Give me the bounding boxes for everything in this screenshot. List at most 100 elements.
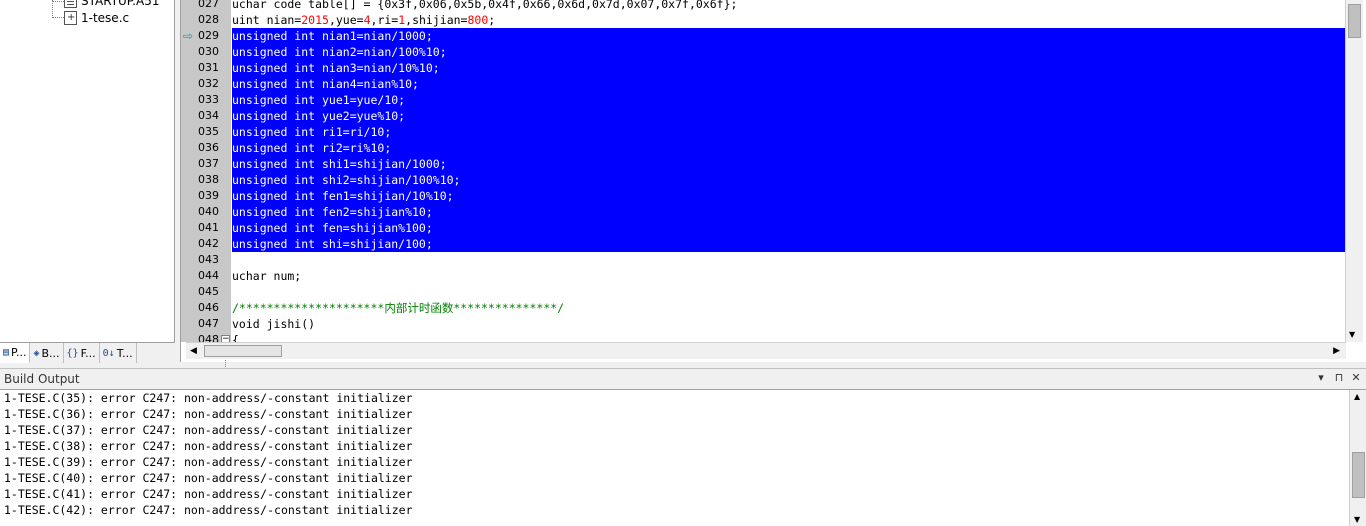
code-line[interactable]: uchar code table[] = {0x3f,0x06,0x5b,0x4…: [232, 0, 1346, 12]
build-output-line[interactable]: 1-TESE.C(38): error C247: non-address/-c…: [4, 438, 413, 454]
code-text: unsigned int shi1=shijian/1000;: [232, 157, 447, 171]
build-output-line[interactable]: 1-TESE.C(37): error C247: non-address/-c…: [4, 422, 413, 438]
scrollbar-thumb[interactable]: [1352, 452, 1365, 498]
build-output-line[interactable]: 1-TESE.C(42): error C247: non-address/-c…: [4, 502, 413, 518]
panel-tab-label: F...: [80, 346, 96, 360]
code-number-literal: 800: [467, 13, 489, 27]
panel-tab-3[interactable]: 0↓ T...: [100, 343, 137, 363]
build-output-line[interactable]: 1-TESE.C(35): error C247: non-address/-c…: [4, 390, 413, 406]
code-token: ,ri=: [370, 13, 399, 27]
tree-item-file[interactable]: 1-tese.c: [64, 10, 129, 26]
code-line[interactable]: /*********************内部计时函数************…: [232, 300, 1346, 316]
panel-tabs: ▤ P... ◈ B...{} F... 0↓ T...: [0, 342, 175, 363]
code-text: unsigned int nian3=nian/10%10;: [232, 61, 440, 75]
code-token: ,yue=: [328, 13, 364, 27]
code-token: ,shijian=: [405, 13, 468, 27]
project-tab-icon: ▤: [3, 347, 10, 358]
code-line[interactable]: unsigned int shi=shijian/100;: [232, 236, 1346, 252]
code-line[interactable]: unsigned int yue2=yue%10;: [232, 108, 1346, 124]
code-line[interactable]: unsigned int ri1=ri/10;: [232, 124, 1346, 140]
code-text: {: [232, 333, 239, 342]
line-number: 038: [198, 173, 219, 186]
code-line[interactable]: unsigned int fen2=shijian%10;: [232, 204, 1346, 220]
build-output-line[interactable]: 1-TESE.C(40): error C247: non-address/-c…: [4, 470, 413, 486]
scroll-left-icon[interactable]: ◀: [190, 346, 197, 356]
code-line[interactable]: unsigned int shi1=shijian/1000;: [232, 156, 1346, 172]
tree-item-file[interactable]: STARTUP.A51: [64, 0, 159, 9]
current-line-arrow-icon: ⇨: [183, 29, 194, 43]
line-number: 042: [198, 237, 219, 250]
code-text: unsigned int fen2=shijian%10;: [232, 205, 433, 219]
code-text: uchar num;: [232, 269, 302, 283]
build-output-line[interactable]: 1-TESE.C(39): error C247: non-address/-c…: [4, 454, 413, 470]
line-number: 039: [198, 189, 219, 202]
code-text: unsigned int ri2=ri%10;: [232, 141, 392, 155]
build-output-line[interactable]: 1-TESE.C(41): error C247: non-address/-c…: [4, 486, 413, 502]
build-output-scrollbar[interactable]: ▲ ▼: [1349, 390, 1366, 526]
scrollbar-thumb[interactable]: [1348, 4, 1361, 38]
code-text: unsigned int fen=shijian%100;: [232, 221, 433, 235]
panel-tab-0[interactable]: ▤ P...: [0, 343, 31, 363]
line-number: 047: [198, 317, 219, 330]
editor-vertical-scrollbar[interactable]: ▼: [1345, 0, 1363, 342]
code-text: unsigned int fen1=shijian/10%10;: [232, 189, 454, 203]
code-comment: /*********************内部计时函数************…: [232, 301, 565, 315]
line-number: 037: [198, 157, 219, 170]
code-text: unsigned int nian2=nian/100%10;: [232, 45, 447, 59]
scroll-down-icon[interactable]: ▼: [1349, 330, 1355, 339]
code-line[interactable]: unsigned int fen=shijian%100;: [232, 220, 1346, 236]
line-number: 031: [198, 61, 219, 74]
code-line[interactable]: unsigned int nian1=nian/1000;: [232, 28, 1346, 44]
code-line[interactable]: unsigned int fen1=shijian/10%10;: [232, 188, 1346, 204]
code-line[interactable]: unsigned int nian3=nian/10%10;: [232, 60, 1346, 76]
code-line[interactable]: unsigned int shi2=shijian/100%10;: [232, 172, 1346, 188]
code-text: unsigned int yue1=yue/10;: [232, 93, 406, 107]
code-text: unsigned int nian4=nian%10;: [232, 77, 419, 91]
line-number: 034: [198, 109, 219, 122]
build-output-log[interactable]: 1-TESE.C(35): error C247: non-address/-c…: [0, 389, 1366, 526]
line-number-gutter: 027 028 029 030 031 032 033 034 035 036 037 038 039 0…: [181, 0, 231, 385]
code-text: unsigned int yue2=yue%10;: [232, 109, 406, 123]
panel-tab-label: P...: [11, 346, 27, 359]
panel-tab-2[interactable]: {} F...: [64, 343, 100, 363]
code-editor[interactable]: 027 028 029 030 031 032 033 034 035 036 037 038 039 0…: [180, 0, 1366, 385]
build-output-line[interactable]: 1-TESE.C(36): error C247: non-address/-c…: [4, 406, 413, 422]
scroll-down-icon[interactable]: ▼: [1354, 515, 1360, 524]
editor-horizontal-scrollbar[interactable]: ◀ ▶: [186, 342, 1346, 359]
build-output-title: Build Output: [4, 372, 80, 386]
code-line[interactable]: unsigned int nian4=nian%10;: [232, 76, 1346, 92]
code-line[interactable]: unsigned int ri2=ri%10;: [232, 140, 1346, 156]
line-number: 032: [198, 77, 219, 90]
line-number: 027: [198, 0, 219, 10]
code-line[interactable]: [232, 252, 1346, 268]
code-line[interactable]: unsigned int nian2=nian/100%10;: [232, 44, 1346, 60]
close-icon[interactable]: ✕: [1349, 371, 1363, 385]
code-line[interactable]: uchar num;: [232, 268, 1346, 284]
code-line[interactable]: unsigned int yue1=yue/10;: [232, 92, 1346, 108]
tree-connector: [52, 0, 53, 18]
code-text: unsigned int ri1=ri/10;: [232, 125, 392, 139]
line-number: 030: [198, 45, 219, 58]
functions-tab-icon: {}: [66, 347, 79, 359]
scroll-up-icon[interactable]: ▲: [1354, 392, 1360, 401]
scroll-right-icon[interactable]: ▶: [1333, 346, 1340, 356]
panel-tab-1[interactable]: ◈ B...: [30, 343, 64, 363]
code-line[interactable]: [232, 284, 1346, 300]
code-area[interactable]: uchar code table[] = {0x3f,0x06,0x5b,0x4…: [231, 0, 1346, 342]
line-number: 036: [198, 141, 219, 154]
scrollbar-thumb[interactable]: [204, 345, 282, 357]
pin-icon[interactable]: ⊓: [1332, 371, 1346, 385]
code-token: ;: [488, 13, 496, 27]
line-number: 040: [198, 205, 219, 218]
code-line[interactable]: {: [232, 332, 1346, 342]
c-file-icon: [64, 11, 77, 25]
code-line[interactable]: uint nian=2015,yue=4,ri=1,shijian=800;: [232, 12, 1346, 28]
code-token: uint nian=: [232, 13, 302, 27]
tree-item-label: 1-tese.c: [81, 11, 130, 25]
panel-menu-icon[interactable]: ▾: [1314, 371, 1328, 385]
code-text: unsigned int shi=shijian/100;: [232, 237, 433, 251]
line-number: 044: [198, 269, 219, 282]
code-line[interactable]: void jishi(): [232, 316, 1346, 332]
code-text: uchar code table[] = {0x3f,0x06,0x5b,0x4…: [232, 0, 738, 11]
project-panel: STARTUP.A51 1-tese.c: [0, 0, 175, 342]
